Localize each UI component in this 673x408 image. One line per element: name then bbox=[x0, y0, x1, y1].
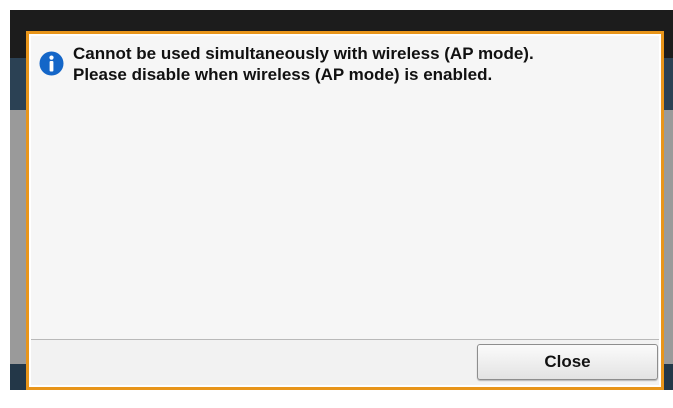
close-button[interactable]: Close bbox=[477, 344, 658, 380]
message-line-1: Cannot be used simultaneously with wirel… bbox=[73, 44, 534, 63]
message-dialog: Cannot be used simultaneously with wirel… bbox=[26, 31, 664, 390]
dialog-body: Cannot be used simultaneously with wirel… bbox=[31, 36, 659, 385]
dialog-footer: Close bbox=[31, 340, 659, 385]
info-icon bbox=[39, 51, 64, 76]
message-area: Cannot be used simultaneously with wirel… bbox=[31, 36, 659, 340]
device-screen: Cannot be used simultaneously with wirel… bbox=[10, 10, 673, 390]
message-line-2: Please disable when wireless (AP mode) i… bbox=[73, 65, 493, 84]
message-text: Cannot be used simultaneously with wirel… bbox=[73, 43, 643, 85]
